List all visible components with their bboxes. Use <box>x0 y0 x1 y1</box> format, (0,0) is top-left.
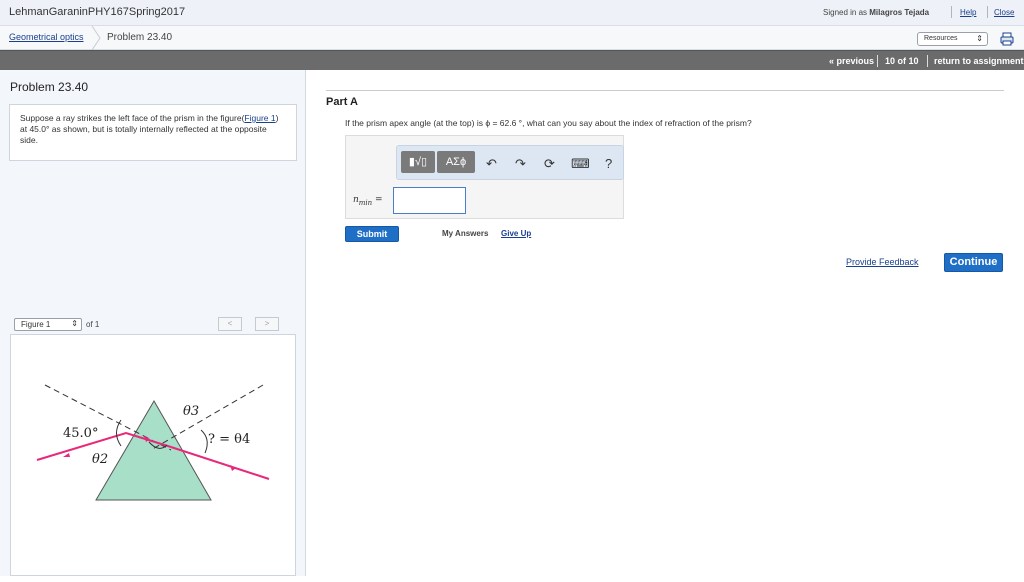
select-arrows-icon: ⇕ <box>71 319 78 328</box>
figure-select-value: Figure 1 <box>21 320 51 329</box>
my-answers-label: My Answers <box>442 229 489 238</box>
incidence-angle-label: 45.0° <box>63 426 98 441</box>
variable-subscript: min <box>358 198 373 207</box>
breadcrumb: Geometrical optics Problem 23.40 <box>0 26 1024 50</box>
submit-button[interactable]: Submit <box>345 226 399 242</box>
position-indicator: 10 of 10 <box>885 56 919 66</box>
figure-link[interactable]: Figure 1 <box>244 113 275 123</box>
keyboard-icon[interactable]: ⌨ <box>571 156 590 172</box>
problem-statement: Suppose a ray strikes the left face of t… <box>9 104 297 161</box>
figure-count: of 1 <box>86 320 100 329</box>
figure-prev-button[interactable]: < <box>218 317 242 331</box>
problem-title: Problem 23.40 <box>10 80 89 94</box>
equals-sign: = <box>372 195 383 205</box>
breadcrumb-current: Problem 23.40 <box>107 32 173 43</box>
problem-pane: Problem 23.40 Suppose a ray strikes the … <box>0 70 306 576</box>
question-text: If the prism apex angle (at the top) is … <box>345 118 752 128</box>
help-icon[interactable]: ? <box>605 156 612 171</box>
undo-icon[interactable]: ↶ <box>486 156 497 172</box>
theta3-label: θ3 <box>183 404 199 419</box>
problem-text-start: Suppose a ray strikes the left face of t… <box>20 113 245 123</box>
continue-button[interactable]: Continue <box>944 253 1003 272</box>
provide-feedback-link[interactable]: Provide Feedback <box>846 257 919 267</box>
breadcrumb-parent-link[interactable]: Geometrical optics <box>9 32 84 42</box>
theta4-label: ? = θ4 <box>208 432 250 447</box>
resources-select-value: Resources <box>924 35 958 42</box>
symbols-button[interactable]: ΑΣϕ <box>437 151 475 173</box>
templates-button[interactable]: ▮√▯ <box>401 151 435 173</box>
resources-select[interactable]: Resources ⇕ <box>917 32 988 46</box>
reset-icon[interactable]: ⟳ <box>544 156 555 172</box>
prism-figure: 45.0° θ2 θ3 ? = θ4 <box>36 384 270 501</box>
close-link[interactable]: Close <box>994 8 1014 17</box>
divider <box>877 55 878 67</box>
give-up-link[interactable]: Give Up <box>501 229 531 238</box>
return-to-assignment-link[interactable]: return to assignment <box>934 56 1024 66</box>
top-bar: LehmanGaraninPHY167Spring2017 Signed in … <box>0 0 1024 26</box>
assignment-nav-bar: « previous 10 of 10 return to assignment <box>0 50 1024 70</box>
figure-panel: 45.0° θ2 θ3 ? = θ4 <box>10 334 296 576</box>
theta2-label: θ2 <box>92 452 108 467</box>
divider <box>987 6 988 18</box>
select-arrows-icon: ⇕ <box>976 34 983 43</box>
arrow-icon <box>63 453 70 457</box>
previous-link[interactable]: « previous <box>829 56 874 66</box>
divider <box>326 90 1004 91</box>
angle-arc <box>200 429 208 454</box>
course-title: LehmanGaraninPHY167Spring2017 <box>9 6 186 18</box>
answer-input[interactable] <box>393 187 466 214</box>
divider <box>951 6 952 18</box>
divider <box>927 55 928 67</box>
arrow-icon <box>230 465 236 471</box>
help-link[interactable]: Help <box>960 8 976 17</box>
print-icon[interactable] <box>1000 32 1014 46</box>
chevron-right-icon <box>91 26 101 50</box>
answer-variable-label: nmin = <box>353 195 383 207</box>
signed-in-prefix: Signed in as <box>823 8 868 17</box>
signed-in-text: Signed in as Milagros Tejada <box>823 8 929 17</box>
figure-select[interactable]: Figure 1 ⇕ <box>14 318 82 331</box>
part-label: Part A <box>326 96 358 108</box>
user-name: Milagros Tejada <box>869 8 930 17</box>
figure-next-button[interactable]: > <box>255 317 279 331</box>
redo-icon[interactable]: ↷ <box>515 156 526 172</box>
